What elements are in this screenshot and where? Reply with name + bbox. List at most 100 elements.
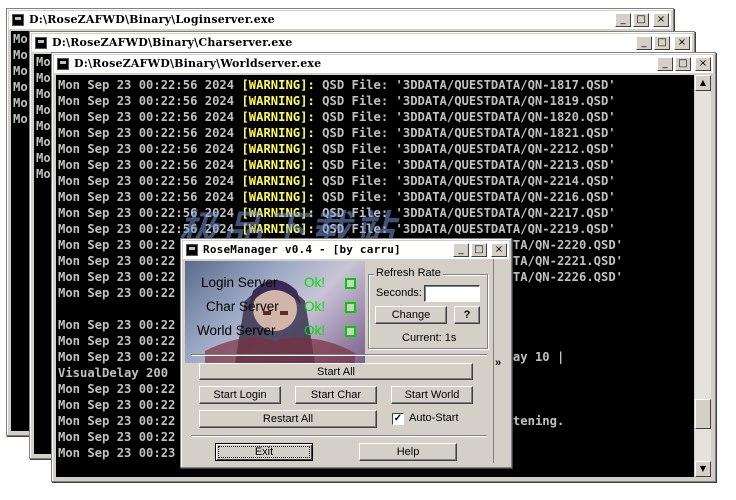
- auto-start-checkbox[interactable]: ✓: [392, 413, 404, 425]
- login-server-label: Login Server: [201, 275, 278, 290]
- log-timestamp: Mon Sep 23 00:22: [58, 318, 176, 332]
- log-timestamp: Mon Sep 23 00:22:56 2024: [58, 222, 242, 236]
- warning-tag: [WARNING]:: [241, 94, 315, 108]
- maximize-button[interactable]: □: [471, 243, 487, 257]
- console-line: Mon Sep 23 00:22:56 2024 [WARNING]: QSD …: [58, 125, 694, 141]
- log-message: QSD File: '3DDATA/QUESTDATA/QN-1817.QSD': [314, 78, 616, 92]
- console-line: Mon Sep 23 00:22:56 2024 [WARNING]: QSD …: [58, 205, 694, 221]
- console-line: Mon Sep 23 00:22:56 2024 [WARNING]: QSD …: [58, 109, 694, 125]
- refresh-help-button[interactable]: ?: [454, 306, 480, 324]
- log-timestamp: Mon Sep 23 00:22:56 2024: [58, 126, 242, 140]
- log-message: QSD File: '3DDATA/QUESTDATA/QN-1821.QSD': [314, 126, 616, 140]
- world-window-title: D:\RoseZAFWD\Binary\Worldserver.exe: [74, 57, 322, 70]
- console-app-icon: [35, 37, 47, 49]
- console-line: Mon Sep 23 00:22:56 2024 [WARNING]: QSD …: [58, 221, 694, 237]
- console-line: Mon Sep 23 00:22:56 2024 [WARNING]: QSD …: [58, 157, 694, 173]
- log-timestamp: Mon Sep 23 00:22:56 2024: [58, 206, 242, 220]
- warning-tag: [WARNING]:: [241, 206, 315, 220]
- console-line: Mon Sep 23 00:22:56 2024 [WARNING]: QSD …: [58, 77, 694, 93]
- minimize-button[interactable]: _: [657, 57, 673, 71]
- seconds-label: Seconds:: [376, 287, 422, 299]
- auto-start-label[interactable]: Auto-Start: [409, 412, 459, 424]
- console-app-icon: [57, 58, 69, 70]
- login-server-titlebar[interactable]: D:\RoseZAFWD\Binary\Loginserver.exe _ □ …: [9, 11, 671, 29]
- app-icon: [186, 244, 198, 256]
- world-status-indicator-icon: [345, 326, 356, 337]
- seconds-input[interactable]: [424, 285, 480, 302]
- minimize-button[interactable]: _: [615, 13, 631, 27]
- warning-tag: [WARNING]:: [241, 190, 315, 204]
- login-window-title: D:\RoseZAFWD\Binary\Loginserver.exe: [29, 13, 275, 26]
- char-server-titlebar[interactable]: D:\RoseZAFWD\Binary\Charserver.exe _ □ ×: [32, 34, 692, 52]
- separator-bottom: [191, 435, 487, 437]
- log-timestamp: Mon Sep 23 00:23: [58, 446, 176, 460]
- warning-tag: [WARNING]:: [241, 222, 315, 236]
- minimize-button[interactable]: _: [453, 243, 469, 257]
- close-button[interactable]: ×: [674, 36, 690, 50]
- log-message: QSD File: '3DDATA/QUESTDATA/QN-2217.QSD': [314, 206, 616, 220]
- log-message: QSD File: '3DDATA/QUESTDATA/QN-2212.QSD': [314, 142, 616, 156]
- log-timestamp: Mon Sep 23 00:22: [58, 334, 176, 348]
- restart-all-button[interactable]: Restart All: [199, 410, 377, 428]
- warning-tag: [WARNING]:: [241, 78, 315, 92]
- log-message: QSD File: '3DDATA/QUESTDATA/QN-2214.QSD': [314, 174, 616, 188]
- start-world-button[interactable]: Start World: [391, 386, 473, 404]
- login-server-status: Ok!: [304, 275, 326, 290]
- close-button[interactable]: ×: [491, 243, 507, 257]
- expand-arrow-icon[interactable]: »: [495, 357, 501, 369]
- console-line: Mon Sep 23 00:22:56 2024 [WARNING]: QSD …: [58, 93, 694, 109]
- close-button[interactable]: ×: [695, 57, 711, 71]
- exit-button[interactable]: Exit: [215, 443, 313, 461]
- login-status-indicator-icon: [345, 278, 356, 289]
- log-timestamp: Mon Sep 23 00:22:56 2024: [58, 190, 242, 204]
- scrollbar-thumb[interactable]: [695, 399, 711, 429]
- log-timestamp: Mon Sep 23 00:22:56 2024: [58, 110, 242, 124]
- console-app-icon: [12, 14, 24, 26]
- log-timestamp: Mon Sep 23 00:22:56 2024: [58, 174, 242, 188]
- char-server-label: Char Server: [206, 299, 279, 314]
- console-line: Mon Sep 23 00:22:56 2024 [WARNING]: QSD …: [58, 141, 694, 157]
- world-server-status: Ok!: [304, 323, 326, 338]
- log-message: QSD File: '3DDATA/QUESTDATA/QN-2219.QSD': [314, 222, 616, 236]
- warning-tag: [WARNING]:: [241, 174, 315, 188]
- char-status-indicator-icon: [345, 302, 356, 313]
- log-timestamp: Mon Sep 23 00:22:56 2024: [58, 158, 242, 172]
- current-refresh-label: Current: 1s: [402, 332, 457, 344]
- maximize-button[interactable]: □: [654, 36, 670, 50]
- close-button[interactable]: ×: [653, 13, 669, 27]
- scroll-up-arrow-icon[interactable]: ▲: [695, 75, 711, 91]
- log-message: QSD File: '3DDATA/QUESTDATA/QN-1820.QSD': [314, 110, 616, 124]
- log-message: QSD File: '3DDATA/QUESTDATA/QN-2213.QSD': [314, 158, 616, 172]
- world-server-label: World Server: [197, 323, 276, 338]
- world-server-titlebar[interactable]: D:\RoseZAFWD\Binary\Worldserver.exe _ □ …: [54, 55, 713, 73]
- char-window-title: D:\RoseZAFWD\Binary\Charserver.exe: [52, 36, 293, 49]
- console-line: Mon Sep 23 00:22:56 2024 [WARNING]: QSD …: [58, 189, 694, 205]
- maximize-button[interactable]: □: [633, 13, 649, 27]
- warning-tag: [WARNING]:: [241, 158, 315, 172]
- refresh-rate-group-label: Refresh Rate: [374, 267, 443, 279]
- log-timestamp: VisualDelay 200: [58, 366, 169, 380]
- rose-manager-dialog[interactable]: RoseManager v0.4 - [by carru] _ □ × Logi…: [180, 238, 512, 468]
- scroll-down-arrow-icon[interactable]: ▼: [695, 461, 711, 477]
- log-timestamp: Mon Sep 23 00:22:56 2024: [58, 78, 242, 92]
- warning-tag: [WARNING]:: [241, 142, 315, 156]
- rose-manager-titlebar[interactable]: RoseManager v0.4 - [by carru] _ □ ×: [183, 241, 509, 259]
- log-message: QSD File: '3DDATA/QUESTDATA/QN-2216.QSD': [314, 190, 616, 204]
- start-all-button[interactable]: Start All: [199, 363, 473, 380]
- log-timestamp: Mon Sep 23 00:22:56 2024: [58, 94, 242, 108]
- char-server-status: Ok!: [304, 299, 326, 314]
- maximize-button[interactable]: □: [675, 57, 691, 71]
- log-timestamp: Mon Sep 23 00:22:56 2024: [58, 142, 242, 156]
- change-button[interactable]: Change: [375, 306, 447, 324]
- start-char-button[interactable]: Start Char: [295, 386, 377, 404]
- vertical-scrollbar[interactable]: ▲ ▼: [695, 75, 711, 477]
- help-button[interactable]: Help: [359, 443, 457, 461]
- rose-manager-title: RoseManager v0.4 - [by carru]: [203, 243, 401, 256]
- console-line: Mon Sep 23 00:22:56 2024 [WARNING]: QSD …: [58, 173, 694, 189]
- minimize-button[interactable]: _: [636, 36, 652, 50]
- warning-tag: [WARNING]:: [241, 110, 315, 124]
- warning-tag: [WARNING]:: [241, 126, 315, 140]
- separator-top: [191, 354, 487, 356]
- start-login-button[interactable]: Start Login: [199, 386, 281, 404]
- log-message: QSD File: '3DDATA/QUESTDATA/QN-1819.QSD': [314, 94, 616, 108]
